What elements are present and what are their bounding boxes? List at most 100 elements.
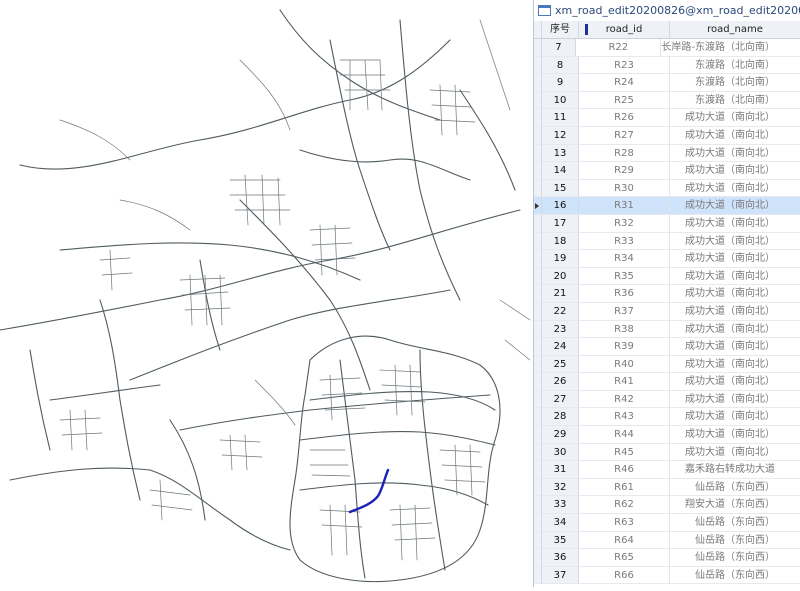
cell-road-id[interactable]: R42 <box>579 390 670 408</box>
cell-index[interactable]: 16 <box>542 197 579 214</box>
cell-road-name[interactable]: 翔安大道（东向西） <box>670 496 800 513</box>
cell-index[interactable]: 37 <box>542 566 579 584</box>
table-row[interactable]: 14 R29 成功大道（南向北） <box>534 162 800 180</box>
cell-road-name[interactable]: 成功大道（南向北） <box>670 444 800 461</box>
cell-road-id[interactable]: R43 <box>579 408 670 426</box>
cell-index[interactable]: 9 <box>542 74 579 91</box>
table-row[interactable]: 11 R26 成功大道（南向北） <box>534 109 800 127</box>
cell-road-id[interactable]: R36 <box>579 285 670 302</box>
cell-road-id[interactable]: R33 <box>579 232 670 250</box>
cell-road-name[interactable]: 成功大道（南向北） <box>670 162 800 179</box>
table-row[interactable]: 20 R35 成功大道（南向北） <box>534 267 800 286</box>
cell-road-id[interactable]: R65 <box>579 549 670 566</box>
row-selector[interactable] <box>534 496 542 514</box>
cell-road-name[interactable]: 东渡路（北向南） <box>670 92 800 109</box>
cell-index[interactable]: 26 <box>542 373 579 390</box>
row-selector[interactable] <box>534 355 542 373</box>
cell-road-id[interactable]: R29 <box>579 162 670 179</box>
row-selector[interactable] <box>534 144 542 162</box>
cell-road-id[interactable]: R64 <box>579 531 670 549</box>
row-selector[interactable] <box>534 443 542 461</box>
column-header-road-id[interactable]: road_id <box>579 21 670 38</box>
table-row[interactable]: 8 R23 东渡路（北向南） <box>534 56 800 75</box>
cell-index[interactable]: 10 <box>542 91 579 109</box>
cell-road-name[interactable]: 成功大道（南向北） <box>670 426 800 443</box>
row-selector[interactable] <box>534 214 542 232</box>
cell-road-id[interactable]: R24 <box>579 74 670 91</box>
cell-road-id[interactable]: R46 <box>579 461 670 478</box>
cell-road-id[interactable]: R25 <box>579 91 670 109</box>
cell-road-name[interactable]: 成功大道（南向北） <box>670 180 800 197</box>
cell-road-id[interactable]: R26 <box>579 109 670 126</box>
cell-road-id[interactable]: R37 <box>579 302 670 320</box>
table-row[interactable]: 15 R30 成功大道（南向北） <box>534 179 800 198</box>
table-row[interactable]: 16 R31 成功大道（南向北） <box>534 197 800 215</box>
row-selector[interactable] <box>534 531 542 549</box>
cell-road-id[interactable]: R35 <box>579 267 670 285</box>
table-row[interactable]: 37 R66 仙岳路（东向西） <box>534 566 800 585</box>
table-row[interactable]: 19 R34 成功大道（南向北） <box>534 250 800 268</box>
row-selector[interactable] <box>534 549 542 566</box>
cell-index[interactable]: 8 <box>542 56 579 74</box>
table-row[interactable]: 34 R63 仙岳路（东向西） <box>534 514 800 532</box>
table-row[interactable]: 9 R24 东渡路（北向南） <box>534 74 800 92</box>
table-row[interactable]: 23 R38 成功大道（南向北） <box>534 320 800 339</box>
cell-index[interactable]: 21 <box>542 285 579 302</box>
row-selector[interactable] <box>534 514 542 531</box>
row-selector[interactable] <box>534 232 542 250</box>
cell-index[interactable]: 34 <box>542 514 579 531</box>
cell-index[interactable]: 12 <box>542 126 579 144</box>
cell-road-id[interactable]: R27 <box>579 126 670 144</box>
table-row[interactable]: 7 R22 长岸路-东渡路（北向南） <box>534 39 800 57</box>
cell-index[interactable]: 17 <box>542 214 579 232</box>
cell-index[interactable]: 32 <box>542 478 579 496</box>
cell-road-name[interactable]: 成功大道（南向北） <box>670 356 800 373</box>
row-selector[interactable] <box>534 566 542 584</box>
row-selector[interactable] <box>534 91 542 109</box>
table-row[interactable]: 28 R43 成功大道（南向北） <box>534 408 800 427</box>
cell-index[interactable]: 15 <box>542 179 579 197</box>
row-selector[interactable] <box>534 267 542 285</box>
table-row[interactable]: 18 R33 成功大道（南向北） <box>534 232 800 251</box>
cell-road-name[interactable]: 成功大道（南向北） <box>670 303 800 320</box>
cell-index[interactable]: 7 <box>541 39 577 56</box>
attribute-grid[interactable]: 序号 road_id road_name 7 R22 长岸路-东渡路（北向南） 8 R2… <box>534 21 800 585</box>
cell-road-name[interactable]: 仙岳路（东向西） <box>670 532 800 549</box>
cell-road-id[interactable]: R45 <box>579 443 670 461</box>
cell-road-name[interactable]: 成功大道（南向北） <box>670 145 800 162</box>
cell-index[interactable]: 23 <box>542 320 579 338</box>
table-row[interactable]: 31 R46 嘉禾路右转成功大道 <box>534 461 800 479</box>
cell-road-id[interactable]: R62 <box>579 496 670 514</box>
row-selector[interactable] <box>534 408 542 426</box>
cell-road-id[interactable]: R32 <box>579 214 670 232</box>
table-row[interactable]: 36 R65 仙岳路（东向西） <box>534 549 800 567</box>
cell-road-id[interactable]: R41 <box>579 373 670 390</box>
row-selector[interactable] <box>534 197 542 214</box>
cell-road-name[interactable]: 成功大道（南向北） <box>670 268 800 285</box>
cell-index[interactable]: 13 <box>542 144 579 162</box>
cell-road-name[interactable]: 成功大道（南向北） <box>670 250 800 267</box>
cell-index[interactable]: 36 <box>542 549 579 566</box>
row-selector[interactable] <box>534 390 542 408</box>
cell-road-name[interactable]: 成功大道（南向北） <box>670 408 800 425</box>
cell-road-name[interactable]: 仙岳路（东向西） <box>670 514 800 531</box>
cell-index[interactable]: 33 <box>542 496 579 514</box>
cell-index[interactable]: 18 <box>542 232 579 250</box>
table-row[interactable]: 35 R64 仙岳路（东向西） <box>534 531 800 550</box>
cell-road-id[interactable]: R66 <box>579 566 670 584</box>
cell-road-name[interactable]: 成功大道（南向北） <box>670 285 800 302</box>
cell-road-id[interactable]: R40 <box>579 355 670 373</box>
row-selector[interactable] <box>534 285 542 302</box>
row-selector[interactable] <box>534 338 542 355</box>
table-row[interactable]: 22 R37 成功大道（南向北） <box>534 302 800 321</box>
cell-road-name[interactable]: 成功大道（南向北） <box>670 338 800 355</box>
cell-road-name[interactable]: 成功大道（南向北） <box>670 321 800 338</box>
cell-road-id[interactable]: R31 <box>579 197 670 214</box>
column-resize-handle[interactable] <box>585 24 588 35</box>
cell-road-name[interactable]: 嘉禾路右转成功大道 <box>670 461 800 478</box>
table-row[interactable]: 29 R44 成功大道（南向北） <box>534 426 800 444</box>
table-row[interactable]: 26 R41 成功大道（南向北） <box>534 373 800 391</box>
column-header-index[interactable]: 序号 <box>542 21 579 38</box>
cell-index[interactable]: 30 <box>542 443 579 461</box>
cell-road-name[interactable]: 东渡路（北向南） <box>670 57 800 74</box>
